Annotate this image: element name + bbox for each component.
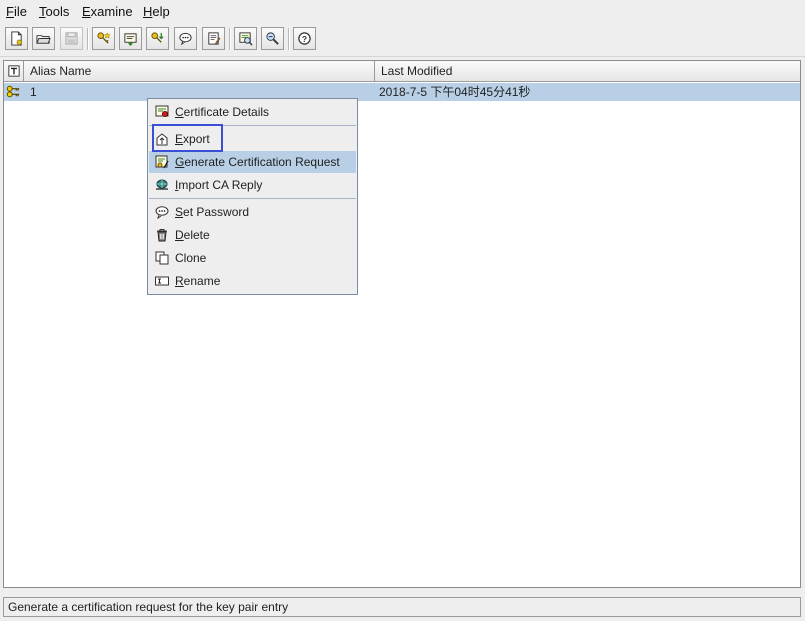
clone-icon — [155, 251, 169, 265]
delete-icon — [155, 228, 169, 242]
help-icon: ? — [298, 32, 311, 45]
keystore-properties-icon — [208, 32, 221, 45]
save-keystore-button[interactable] — [60, 27, 83, 50]
import-trusted-certificate-icon — [124, 33, 137, 46]
menu-item-set-password[interactable]: Set Password — [149, 201, 356, 223]
menu-examine[interactable]: Examine — [82, 4, 133, 19]
key-pair-icon — [6, 83, 22, 101]
last-modified-column-header[interactable]: Last Modified — [375, 61, 800, 82]
menu-help[interactable]: Help — [143, 4, 170, 19]
save-keystore-icon — [65, 32, 78, 45]
entry-type-icon — [8, 65, 20, 77]
type-column-header[interactable] — [4, 61, 24, 82]
new-keystore-button[interactable] — [5, 27, 28, 50]
table-row[interactable]: 1 2018-7-5 下午04时45分41秒 — [4, 83, 800, 101]
examine-ssl-button[interactable] — [261, 27, 284, 50]
rename-icon — [155, 274, 169, 288]
keystore-table: Alias Name Last Modified 1 2018-7-5 下午04… — [3, 60, 801, 588]
import-key-pair-icon — [151, 32, 164, 43]
menu-item-import-ca-reply[interactable]: Import CA Reply — [149, 174, 356, 196]
import-trusted-certificate-button[interactable] — [119, 27, 142, 50]
menu-file[interactable]: File — [6, 4, 27, 19]
open-keystore-button[interactable] — [32, 27, 55, 50]
set-password-button[interactable] — [174, 27, 197, 50]
examine-ssl-icon — [266, 32, 279, 45]
set-password-icon — [179, 32, 192, 46]
menu-item-certificate-details[interactable]: Certificate Details — [149, 101, 356, 123]
menu-tools[interactable]: Tools — [39, 4, 69, 19]
keystore-properties-button[interactable] — [202, 27, 225, 50]
examine-certificate-icon — [239, 32, 253, 46]
menu-separator — [149, 198, 356, 199]
menu-item-delete[interactable]: Delete — [149, 224, 356, 246]
menu-item-generate-csr[interactable]: Generate Certification Request — [149, 151, 356, 173]
toolbar-separator — [87, 28, 89, 50]
generate-key-pair-icon — [97, 32, 111, 44]
new-keystore-icon — [11, 31, 22, 46]
examine-certificate-button[interactable] — [234, 27, 257, 50]
alias-name-column-header[interactable]: Alias Name — [24, 61, 375, 82]
generate-key-pair-button[interactable] — [92, 27, 115, 50]
help-button[interactable]: ? — [293, 27, 316, 50]
last-modified-cell: 2018-7-5 下午04时45分41秒 — [379, 85, 531, 99]
focus-highlight — [152, 124, 223, 152]
menu-bar: File Tools Examine Help — [0, 0, 805, 22]
toolbar: ? — [0, 24, 805, 57]
open-keystore-icon — [36, 35, 51, 44]
certificate-details-icon — [155, 105, 169, 119]
toolbar-separator — [229, 28, 231, 50]
import-ca-reply-icon — [155, 178, 169, 192]
status-bar: Generate a certification request for the… — [3, 597, 801, 617]
toolbar-separator — [288, 28, 290, 50]
generate-csr-icon — [155, 155, 169, 169]
set-password-icon — [155, 205, 169, 219]
alias-cell: 1 — [30, 85, 37, 99]
menu-item-rename[interactable]: Rename — [149, 270, 356, 292]
menu-item-clone[interactable]: Clone — [149, 247, 356, 269]
import-key-pair-button[interactable] — [146, 27, 169, 50]
svg-text:?: ? — [302, 34, 307, 44]
